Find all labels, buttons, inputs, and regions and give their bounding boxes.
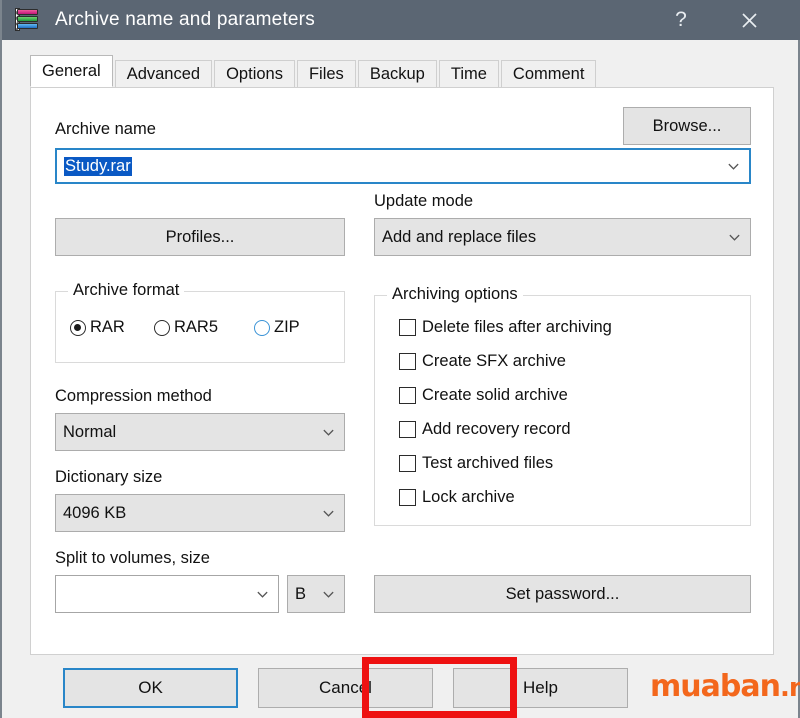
split-unit-select[interactable]: B [287, 575, 345, 613]
tab-options[interactable]: Options [214, 60, 295, 87]
checkbox-test-archived-files[interactable]: Test archived files [399, 454, 553, 473]
archive-format-group: Archive format RAR RAR5 ZIP [55, 281, 345, 363]
archiving-options-group: Archiving options Delete files after arc… [374, 285, 751, 526]
compression-method-value: Normal [63, 422, 117, 441]
watermark: muaban.net [650, 669, 800, 704]
compression-method-label: Compression method [55, 387, 212, 405]
chevron-down-icon [323, 429, 334, 436]
checkbox-indicator [399, 387, 416, 404]
dictionary-size-value: 4096 KB [63, 503, 127, 522]
tab-time[interactable]: Time [438, 60, 499, 87]
checkbox-delete-files-after-archiving[interactable]: Delete files after archiving [399, 318, 612, 337]
winrar-books-icon [15, 7, 41, 33]
compression-method-select[interactable]: Normal [55, 413, 345, 451]
checkbox-indicator [399, 319, 416, 336]
watermark-suffix: .net [779, 673, 800, 703]
cancel-button-label: Cancel [319, 678, 372, 697]
set-password-button-label: Set password... [505, 584, 620, 603]
chevron-down-icon [728, 163, 739, 170]
chevron-down-icon [323, 591, 334, 598]
checkbox-label: Test archived files [422, 454, 554, 472]
checkbox-label: Add recovery record [422, 420, 571, 438]
tab-comment[interactable]: Comment [500, 60, 597, 87]
set-password-button[interactable]: Set password... [374, 575, 751, 613]
update-mode-label: Update mode [374, 192, 474, 210]
archive-name-value: Study.rar [64, 156, 132, 176]
checkbox-create-solid-archive[interactable]: Create solid archive [399, 386, 568, 405]
checkbox-label: Create SFX archive [422, 352, 566, 370]
checkbox-add-recovery-record[interactable]: Add recovery record [399, 420, 571, 439]
cancel-button[interactable]: Cancel [258, 668, 433, 708]
chevron-down-icon [323, 510, 334, 517]
checkbox-create-sfx-archive[interactable]: Create SFX archive [399, 352, 566, 371]
title-bar: Archive name and parameters ? [2, 0, 800, 40]
tab-files[interactable]: Files [296, 60, 356, 87]
watermark-text: muaban [650, 669, 781, 704]
help-button-label: Help [523, 678, 558, 697]
checkbox-lock-archive[interactable]: Lock archive [399, 488, 515, 507]
window-title: Archive name and parameters [55, 9, 315, 30]
close-button[interactable] [726, 0, 772, 40]
ok-button-label: OK [138, 678, 163, 697]
archive-name-input[interactable]: Study.rar [55, 148, 751, 184]
radio-indicator [254, 319, 270, 336]
update-mode-select[interactable]: Add and replace files [374, 218, 751, 256]
radio-zip[interactable]: ZIP [254, 318, 300, 337]
ok-button[interactable]: OK [63, 668, 238, 708]
archive-name-label: Archive name [55, 120, 156, 138]
tab-label: Backup [369, 64, 425, 83]
checkbox-indicator [399, 421, 416, 438]
split-unit-value: B [295, 584, 307, 603]
checkbox-label: Lock archive [422, 488, 515, 506]
question-mark-icon: ? [675, 8, 687, 31]
tab-general[interactable]: General [30, 55, 113, 87]
tab-label: General [42, 61, 101, 80]
archiving-options-label: Archiving options [387, 285, 523, 304]
profiles-button-label: Profiles... [165, 227, 235, 246]
radio-label: RAR [90, 318, 125, 336]
tab-label: Comment [512, 64, 585, 83]
general-tab-panel: Archive name Browse... Study.rar Profile… [30, 87, 774, 655]
checkbox-indicator [399, 455, 416, 472]
archive-parameters-dialog: Archive name and parameters ? General Ad… [0, 0, 800, 718]
tab-advanced[interactable]: Advanced [114, 60, 213, 87]
help-button[interactable]: Help [453, 668, 628, 708]
radio-indicator [154, 319, 170, 336]
close-icon [741, 12, 757, 28]
tab-backup[interactable]: Backup [357, 60, 437, 87]
profiles-button[interactable]: Profiles... [55, 218, 345, 256]
radio-label: RAR5 [174, 318, 219, 336]
browse-button-label: Browse... [652, 116, 722, 135]
split-volumes-label: Split to volumes, size [55, 549, 210, 567]
browse-button[interactable]: Browse... [623, 107, 751, 145]
radio-label: ZIP [274, 318, 300, 336]
dictionary-size-select[interactable]: 4096 KB [55, 494, 345, 532]
radio-indicator [70, 319, 86, 336]
titlebar-help-button[interactable]: ? [658, 0, 704, 40]
radio-rar5[interactable]: RAR5 [154, 318, 218, 337]
checkbox-label: Create solid archive [422, 386, 568, 404]
tab-strip: General Advanced Options Files Backup Ti… [30, 55, 598, 87]
tab-label: Files [308, 64, 344, 83]
chevron-down-icon [729, 234, 740, 241]
checkbox-indicator [399, 489, 416, 506]
radio-rar[interactable]: RAR [70, 318, 125, 337]
split-volumes-input[interactable] [55, 575, 279, 613]
checkbox-indicator [399, 353, 416, 370]
tab-label: Time [450, 64, 487, 83]
chevron-down-icon [257, 591, 268, 598]
update-mode-value: Add and replace files [382, 227, 537, 246]
dictionary-size-label: Dictionary size [55, 468, 163, 486]
checkbox-label: Delete files after archiving [422, 318, 612, 336]
archive-format-label: Archive format [68, 281, 185, 300]
tab-label: Options [226, 64, 283, 83]
tab-label: Advanced [126, 64, 201, 83]
